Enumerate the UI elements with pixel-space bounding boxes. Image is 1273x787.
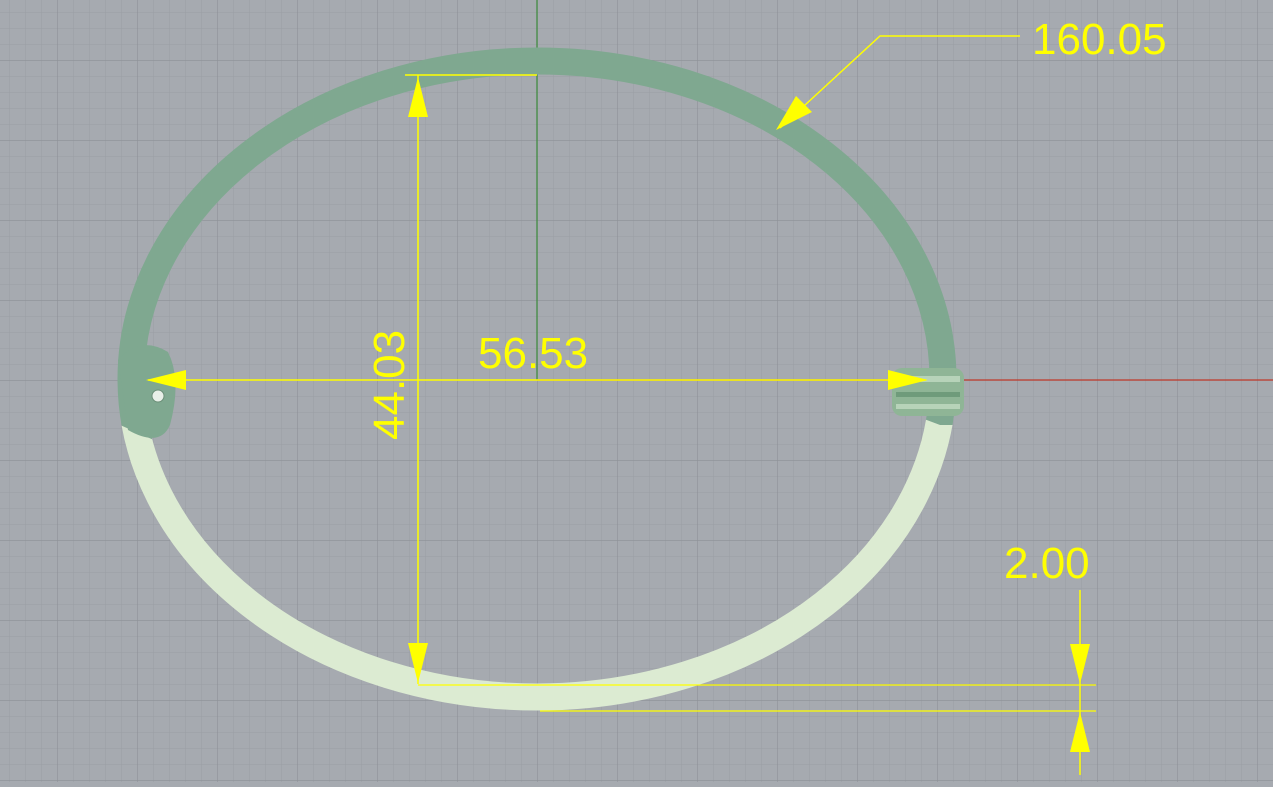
dimension-circumference-text: 160.05	[1032, 15, 1167, 64]
cad-viewport[interactable]: 160.05 56.53 44.03 2.00	[0, 0, 1273, 782]
dimension-thickness-text: 2.00	[1004, 539, 1090, 588]
hinge-hole	[151, 389, 165, 403]
dimension-width-text: 56.53	[478, 329, 588, 378]
dimension-height-text: 44.03	[365, 330, 414, 440]
viewport-canvas[interactable]: 160.05 56.53 44.03 2.00	[0, 0, 1273, 782]
